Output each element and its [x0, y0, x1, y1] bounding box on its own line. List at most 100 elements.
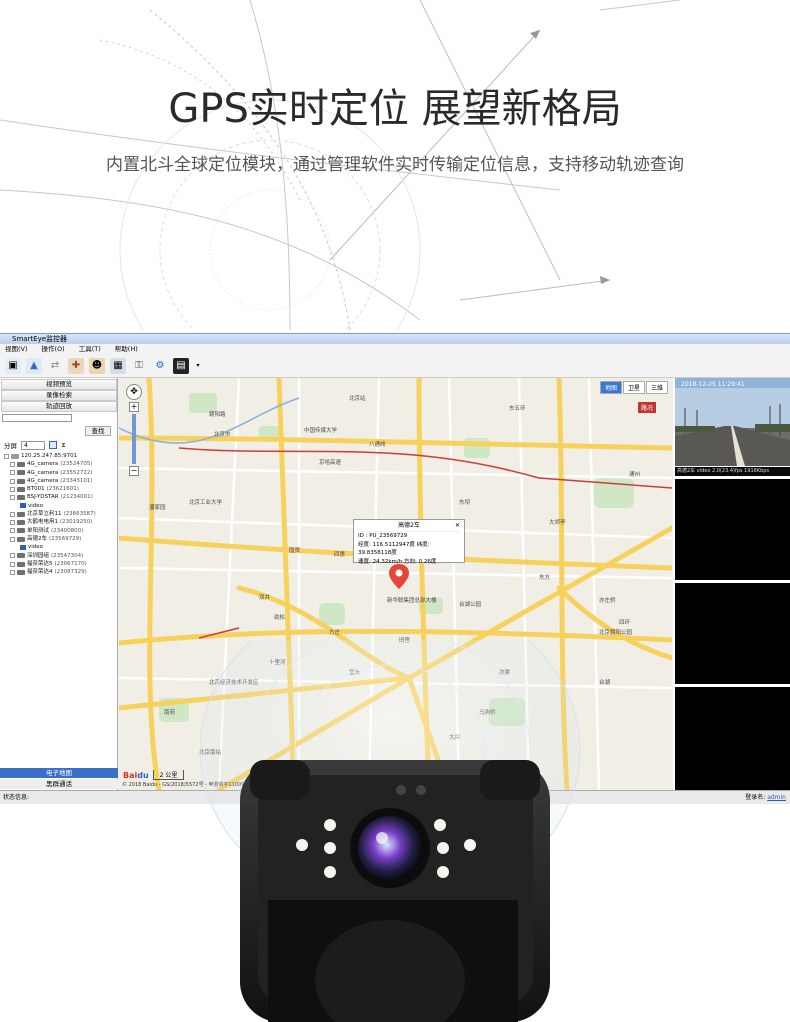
settings-icon[interactable]: ⚙: [152, 358, 168, 374]
track-playback-button[interactable]: 轨迹回放: [1, 401, 117, 412]
tab-3d[interactable]: 三维: [645, 381, 668, 394]
arrows-icon[interactable]: ⇄: [47, 358, 63, 374]
tree-item-label: 4G_camera: [27, 469, 59, 476]
subheadline: 内置北斗全球定位模块，通过管理软件实时传输定位信息，支持移动轨迹查询: [106, 155, 684, 175]
video-feed-2[interactable]: [675, 479, 790, 580]
popup-speed: 速度: 24.32km/h 方向: 0.26度: [358, 558, 437, 565]
zoom-slider[interactable]: [132, 414, 136, 464]
tree-device-item[interactable]: 单阳测试 (23400800): [4, 527, 117, 535]
camera-device-icon: [17, 553, 25, 559]
baidu-logo-icon: Baidu: [123, 770, 149, 780]
login-label: 登录名:: [745, 794, 766, 801]
popup-id: ID : PU_23569729: [358, 533, 408, 539]
tree-item-id: (23569729): [49, 535, 82, 542]
expand-icon[interactable]: [4, 453, 9, 459]
search-button[interactable]: 查找: [85, 426, 111, 436]
expand-icon[interactable]: [10, 470, 15, 476]
tree-device-item[interactable]: BSJ-YDSTAR (21234001): [4, 493, 117, 501]
tree-device-item[interactable]: 4G_camera (23552722): [4, 469, 117, 477]
login-user[interactable]: admin: [767, 794, 786, 801]
map-place-label: 北京朝阳公园: [599, 630, 633, 636]
map-place-label: 双井: [259, 595, 271, 601]
popup-title: 高德2车: [358, 522, 460, 532]
zoom-control[interactable]: ✥ + −: [126, 384, 144, 494]
upload-icon[interactable]: ▲: [26, 357, 42, 374]
menu-view[interactable]: 视图(V): [5, 344, 28, 354]
camera-device-icon: [17, 478, 25, 484]
tree-video-channel[interactable]: video: [4, 502, 117, 510]
map-place-label: 北京市: [214, 432, 231, 438]
expand-icon[interactable]: [10, 495, 15, 501]
tree-device-item[interactable]: 高德2车 (23569729): [4, 535, 117, 543]
left-panel: 视频预览 录像检索 轨迹回放 查找 分屏 4 ⧗ 120.25.247.85:9…: [0, 378, 118, 790]
map-place-label: 潘家园: [149, 505, 166, 511]
tree-item-id: (23087329): [54, 569, 87, 576]
tab-group-talk[interactable]: 黑群通话: [0, 779, 118, 789]
tree-device-item[interactable]: 北京草立利11 (23663587): [4, 510, 117, 518]
video-feed-1[interactable]: 2018-12-25 11:29:41: [675, 378, 790, 466]
video-feed-3[interactable]: [675, 583, 790, 684]
expand-icon[interactable]: [10, 561, 15, 567]
video-panel: 2018-12-25 11:29:41 高德2车 video 2.0(23.4)…: [673, 378, 790, 790]
road-scene-image: [675, 378, 790, 466]
zoom-in-icon[interactable]: +: [129, 402, 139, 412]
tree-video-channel[interactable]: video: [4, 543, 117, 551]
expand-icon[interactable]: [10, 528, 15, 534]
tree-device-item[interactable]: 深圳园组 (23547304): [4, 552, 117, 560]
camera-device-icon: [17, 520, 25, 526]
device-search-input[interactable]: [2, 414, 72, 422]
tab-map[interactable]: 地图: [599, 381, 622, 394]
menu-operation[interactable]: 操作(O): [42, 344, 65, 354]
video-preview-button[interactable]: 视频预览: [1, 379, 117, 390]
camera-device-icon: [17, 486, 25, 492]
tab-satellite[interactable]: 卫星: [622, 381, 645, 394]
layout-icon[interactable]: ▤: [173, 357, 189, 374]
tools-icon[interactable]: ✚: [68, 357, 84, 374]
lock-icon[interactable]: ⚿: [131, 358, 147, 374]
tree-device-item[interactable]: 大鹤电电用1 (23019250): [4, 518, 117, 526]
camera-device-icon: [17, 470, 25, 476]
map-type-tabs: 地图 卫星 三维: [599, 381, 668, 394]
expand-icon[interactable]: [10, 553, 15, 559]
zoom-out-icon[interactable]: −: [129, 466, 139, 476]
tree-device-item[interactable]: 4G_camera (23343101): [4, 477, 117, 485]
dropdown-icon[interactable]: ▾: [194, 358, 202, 374]
tree-device-item[interactable]: 4G_camera (23524705): [4, 460, 117, 468]
body-camera-image: [200, 640, 581, 1022]
traffic-button[interactable]: 路况: [637, 402, 656, 413]
close-icon[interactable]: ✕: [455, 522, 460, 531]
tree-item-label: video: [28, 544, 44, 551]
menu-help[interactable]: 帮助(H): [115, 344, 138, 354]
split-screen-select[interactable]: 4: [21, 440, 45, 450]
tree-root[interactable]: 120.25.247.85:9701: [4, 452, 117, 460]
grid-icon[interactable]: ▦: [110, 357, 126, 374]
expand-icon[interactable]: [10, 511, 15, 517]
users-icon[interactable]: ☻: [89, 357, 105, 374]
tree-item-label: video: [28, 502, 44, 509]
camera-device-icon: [17, 528, 25, 534]
expand-icon[interactable]: [10, 461, 15, 467]
recording-search-button[interactable]: 录像检索: [1, 390, 117, 401]
expand-icon[interactable]: [10, 536, 15, 542]
pan-icon[interactable]: ✥: [126, 384, 142, 400]
hourglass-icon[interactable]: ⧗: [61, 441, 66, 450]
video-channel-icon: [20, 503, 26, 509]
map-place-label: 南苑: [164, 710, 176, 716]
tree-device-item[interactable]: 福奈荣达4 (23087329): [4, 568, 117, 576]
expand-icon[interactable]: [10, 520, 15, 526]
expand-icon[interactable]: [10, 478, 15, 484]
vehicle-marker[interactable]: [389, 564, 409, 589]
tab-electronic-map[interactable]: 电子地图: [0, 768, 118, 778]
checkbox-icon[interactable]: [49, 441, 57, 449]
tree-device-item[interactable]: 福奈荣达5 (23067170): [4, 560, 117, 568]
tree-item-label: BSJ-YDSTAR: [27, 494, 59, 501]
expand-icon[interactable]: [10, 569, 15, 575]
tree-device-item[interactable]: BT001 (23621601): [4, 485, 117, 493]
expand-icon[interactable]: [10, 486, 15, 492]
camera-device-icon: [17, 569, 25, 575]
video-feed-4[interactable]: [675, 687, 790, 790]
map-place-label: 东五环: [509, 406, 526, 412]
menu-tools[interactable]: 工具(T): [79, 344, 101, 354]
map-place-label: 东坝: [459, 500, 471, 506]
device-icon[interactable]: ▣: [5, 357, 21, 374]
